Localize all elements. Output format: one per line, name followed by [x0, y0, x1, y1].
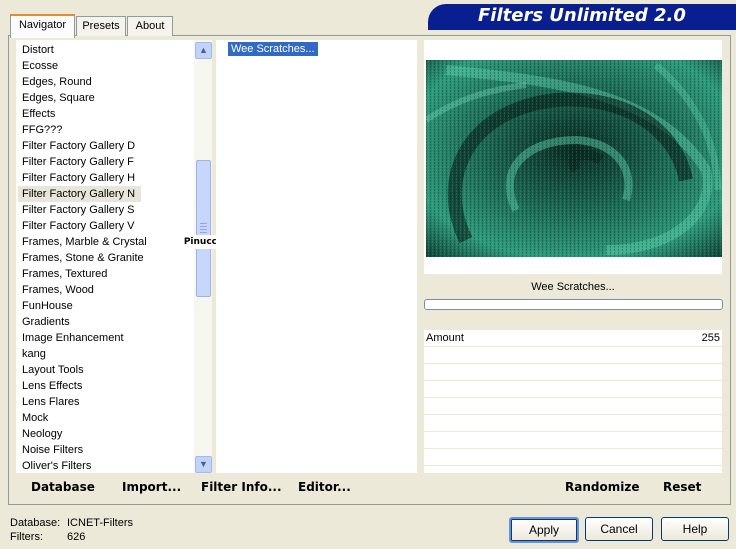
category-item[interactable]: Frames, Textured	[22, 266, 107, 282]
category-item[interactable]: Lens Flares	[22, 394, 79, 410]
category-item[interactable]: Filter Factory Gallery F	[22, 154, 134, 170]
category-item[interactable]: Oliver's Filters	[22, 458, 91, 473]
param-row-amount[interactable]: Amount 255	[424, 330, 722, 347]
param-row-empty	[424, 449, 722, 466]
category-item[interactable]: Filter Factory Gallery V	[22, 218, 134, 234]
category-item[interactable]: Filter Factory Gallery N	[18, 186, 142, 202]
reset-button[interactable]: Reset	[663, 480, 701, 494]
category-item[interactable]: Filter Factory Gallery D	[22, 138, 135, 154]
category-item[interactable]: Ecosse	[22, 58, 58, 74]
randomize-button[interactable]: Randomize	[565, 480, 639, 494]
app-title: Filters Unlimited 2.0	[478, 5, 686, 26]
category-item[interactable]: Lens Effects	[22, 378, 82, 394]
param-row-empty	[424, 432, 722, 449]
category-item[interactable]: Distort	[22, 42, 54, 58]
param-row-empty	[424, 381, 722, 398]
category-item[interactable]: Filter Factory Gallery S	[22, 202, 134, 218]
import-button[interactable]: Import...	[122, 480, 181, 494]
category-item[interactable]: Mock	[22, 410, 48, 426]
param-row-empty	[424, 347, 722, 364]
tab-about[interactable]: About	[127, 16, 173, 36]
help-button[interactable]: Help	[661, 517, 729, 541]
param-row-empty	[424, 415, 722, 432]
category-item[interactable]: Gradients	[22, 314, 70, 330]
param-name: Amount	[426, 332, 464, 344]
status-filters-label: Filters:	[10, 531, 43, 543]
progress-bar	[424, 299, 723, 310]
status-database-value: ICNET-Filters	[67, 517, 133, 529]
category-item[interactable]: Noise Filters	[22, 442, 83, 458]
scroll-thumb[interactable]	[196, 160, 211, 297]
category-item[interactable]: Edges, Round	[22, 74, 92, 90]
category-item[interactable]: Effects	[22, 106, 55, 122]
category-item[interactable]: Frames, Stone & Granite	[22, 250, 144, 266]
param-row-empty	[424, 364, 722, 381]
scroll-down-icon[interactable]: ▼	[195, 456, 212, 473]
filter-item-selected[interactable]: Wee Scratches...	[228, 42, 318, 56]
category-item[interactable]: Frames, Wood	[22, 282, 94, 298]
preview-filter-name: Wee Scratches...	[424, 276, 722, 298]
category-item[interactable]: FFG???	[22, 122, 62, 138]
filter-list[interactable]: Wee Scratches...	[216, 40, 417, 473]
category-item[interactable]: Image Enhancement	[22, 330, 124, 346]
preview-image	[426, 60, 722, 257]
category-item[interactable]: Neology	[22, 426, 62, 442]
status-filters-value: 626	[67, 531, 86, 543]
apply-button[interactable]: Apply	[509, 517, 579, 543]
editor-button[interactable]: Editor...	[298, 480, 351, 494]
tab-navigator[interactable]: Navigator	[10, 14, 75, 38]
param-value: 255	[701, 332, 720, 344]
param-row-empty	[424, 398, 722, 415]
category-scrollbar[interactable]: ▲ ▼	[194, 40, 212, 473]
category-item[interactable]: Edges, Square	[22, 90, 95, 106]
category-item[interactable]: FunHouse	[22, 298, 73, 314]
tab-presets[interactable]: Presets	[76, 16, 126, 36]
filter-info-button[interactable]: Filter Info...	[201, 480, 282, 494]
parameter-list[interactable]: Amount 255	[424, 330, 722, 473]
scroll-up-icon[interactable]: ▲	[195, 42, 212, 59]
status-database-label: Database:	[10, 517, 61, 529]
cancel-button[interactable]: Cancel	[585, 517, 653, 541]
category-item[interactable]: Layout Tools	[22, 362, 84, 378]
category-item[interactable]: Filter Factory Gallery H	[22, 170, 135, 186]
category-list[interactable]: Distort Ecosse Edges, Round Edges, Square Ef…	[16, 40, 194, 473]
database-button[interactable]: Database	[31, 480, 95, 494]
category-item[interactable]: kang	[22, 346, 46, 362]
category-item[interactable]: Frames, Marble & Crystal	[22, 234, 147, 250]
